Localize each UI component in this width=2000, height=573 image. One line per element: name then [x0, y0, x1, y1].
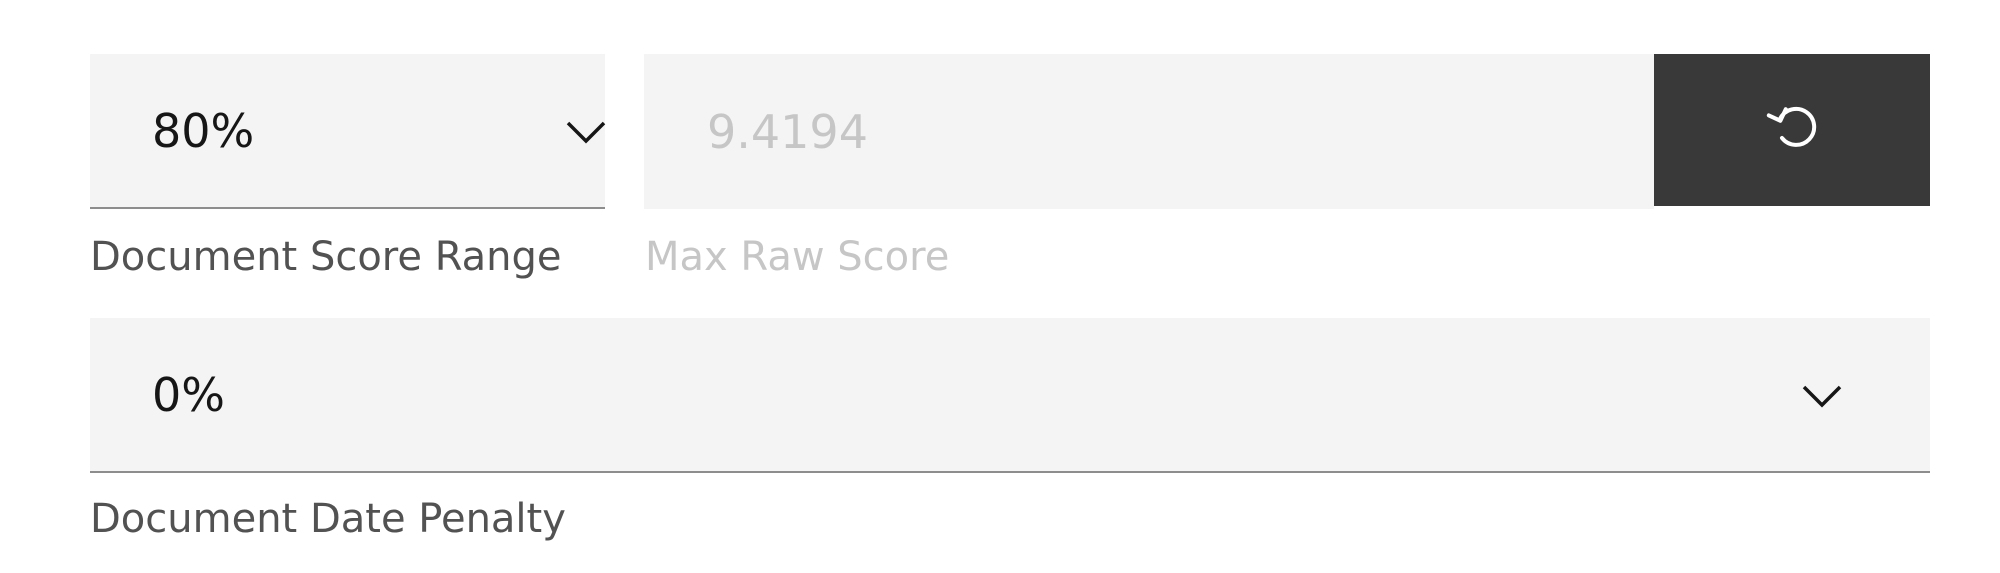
date-penalty-label: Document Date Penalty	[90, 496, 566, 542]
chevron-down-icon	[566, 121, 606, 144]
max-raw-score-label: Max Raw Score	[645, 234, 950, 280]
date-penalty-value: 0%	[152, 367, 225, 422]
score-range-select[interactable]: 80%	[90, 54, 606, 209]
max-raw-score-input[interactable]: 9.4194	[644, 54, 1654, 209]
max-raw-score-value: 9.4194	[707, 104, 868, 159]
score-range-value: 80%	[152, 103, 255, 158]
score-range-label: Document Score Range	[90, 234, 562, 280]
chevron-down-icon	[1802, 385, 1842, 408]
reset-button[interactable]	[1654, 54, 1930, 206]
date-penalty-select[interactable]: 0%	[90, 318, 1930, 473]
reset-icon	[1766, 106, 1817, 147]
